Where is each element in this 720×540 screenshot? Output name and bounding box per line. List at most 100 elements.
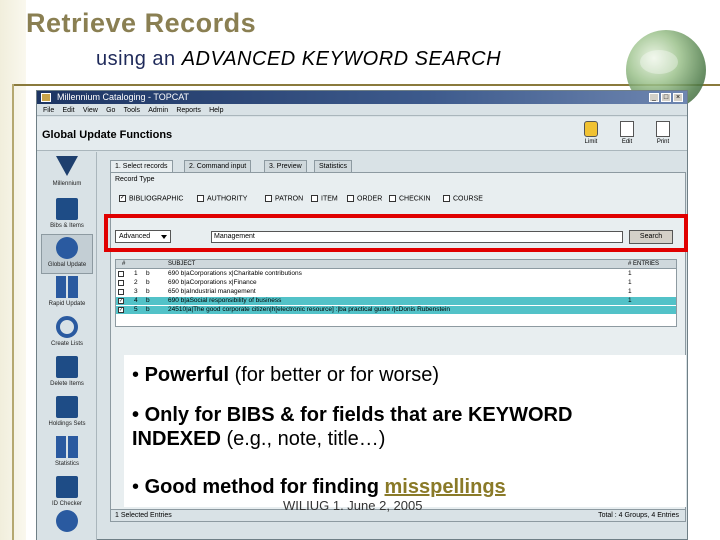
tab-command-input[interactable]: 2. Command input (184, 160, 252, 172)
record-type-order[interactable]: ORDER (347, 195, 382, 202)
sidebar-item-rapid-update[interactable]: Rapid Update (41, 274, 93, 314)
bullet-panel: • Powerful (for better or for worse) • O… (124, 355, 686, 507)
row-number: 4 (134, 297, 138, 304)
window-title: Millennium Cataloging - TOPCAT (57, 92, 190, 102)
record-type-patron[interactable]: PATRON (265, 195, 303, 202)
slide-subtitle: using an ADVANCED KEYWORD SEARCH (96, 48, 501, 71)
table-row[interactable]: 3 b 650 b|aIndustrial management 1 (116, 288, 676, 296)
close-button[interactable]: × (673, 93, 683, 102)
tab-statistics[interactable]: Statistics (314, 160, 353, 172)
statistics-icon (56, 436, 78, 458)
bullet-2: • Only for BIBS & for fields that are KE… (132, 404, 573, 450)
table-row[interactable]: ✓ 5 b 24510|a|The good corporate citizen|h[… (116, 306, 676, 314)
limit-button[interactable]: Limit (577, 121, 605, 149)
row-checkbox[interactable] (118, 271, 124, 277)
bullet-3-bold: Good method for finding (144, 476, 385, 498)
checkbox[interactable] (197, 195, 204, 202)
menu-file[interactable]: File (43, 105, 54, 116)
tab-select-records[interactable]: 1. Select records (110, 160, 173, 172)
checkbox-checked[interactable]: ✓ (119, 195, 126, 202)
row-checkbox[interactable] (118, 289, 124, 295)
sidebar-item-bibs[interactable]: Bibs & Items (41, 196, 93, 236)
row-type: b (146, 297, 150, 304)
sidebar-item-create-lists[interactable]: Create Lists (41, 314, 93, 354)
bullet-1-rest: (for better or for worse) (229, 364, 440, 386)
results-table: # SUBJECT # ENTRIES 1 b 690 b|aCorporation… (115, 259, 677, 327)
row-entries: 1 (628, 297, 632, 304)
row-checkbox[interactable] (118, 280, 124, 286)
sidebar-item-millennium[interactable]: Millennium (41, 154, 93, 194)
record-type-checkin[interactable]: CHECKIN (389, 195, 431, 202)
status-right: Total : 4 Groups, 4 Entries (598, 512, 679, 519)
row-number: 1 (134, 270, 138, 277)
table-row[interactable]: ✓ 4 b 690 b|aSocial responsibility of busin… (116, 297, 676, 305)
checkbox[interactable] (443, 195, 450, 202)
app-icon (41, 93, 51, 102)
record-type-options: ✓ BIBLIOGRAPHIC AUTHORITY PATRON ITEM ORD… (115, 195, 675, 207)
rapid-update-icon (56, 276, 78, 298)
row-entries: 1 (628, 279, 632, 286)
col-subject: SUBJECT (168, 261, 196, 267)
bullet-1: • Powerful (for better or for worse) (132, 364, 440, 386)
menu-reports[interactable]: Reports (176, 105, 201, 116)
menu-help[interactable]: Help (209, 105, 223, 116)
minimize-button[interactable]: _ (649, 93, 659, 102)
millennium-logo-icon (56, 156, 78, 178)
table-row[interactable]: 2 b 690 b|aCorporations x|Finance 1 (116, 279, 676, 287)
checkbox[interactable] (265, 195, 272, 202)
checkbox[interactable] (347, 195, 354, 202)
record-type-course[interactable]: COURSE (443, 195, 483, 202)
sidebar: Millennium Bibs & Items Global Update Ra… (37, 152, 97, 540)
table-row[interactable]: 1 b 690 b|aCorporations x|Charitable contr… (116, 270, 676, 278)
row-number: 2 (134, 279, 138, 286)
checkbox[interactable] (311, 195, 318, 202)
print-button[interactable]: Print (649, 121, 677, 149)
checkbox[interactable] (389, 195, 396, 202)
checker-icon (56, 476, 78, 498)
sidebar-label: Create Lists (50, 341, 83, 347)
row-checkbox[interactable]: ✓ (118, 298, 124, 304)
edit-button[interactable]: Edit (613, 121, 641, 149)
misspellings-link[interactable]: misspellings (385, 476, 506, 498)
bullet-2-rest: (e.g., note, title…) (220, 428, 386, 450)
sidebar-label: Millennium (52, 181, 82, 187)
slide-divider-horizontal (12, 84, 720, 86)
sidebar-item-statistics[interactable]: Statistics (41, 434, 93, 474)
row-type: b (146, 270, 150, 277)
sidebar-label: Rapid Update (48, 301, 86, 307)
row-checkbox[interactable]: ✓ (118, 307, 124, 313)
delete-items-icon (56, 356, 78, 378)
menu-edit[interactable]: Edit (63, 105, 75, 116)
sidebar-item-more[interactable] (41, 508, 93, 540)
bullet-2-line1: Only for BIBS & for fields that are KEYW… (144, 404, 573, 426)
sidebar-label: Bibs & Items (50, 223, 84, 229)
sidebar-label: Global Update (47, 262, 87, 268)
menu-view[interactable]: View (83, 105, 98, 116)
bullet-3: • Good method for finding misspellings (132, 476, 506, 498)
hand-icon (584, 121, 598, 137)
slide-divider-vertical (12, 84, 14, 540)
menu-go[interactable]: Go (106, 105, 115, 116)
row-entries: 1 (628, 270, 632, 277)
record-type-authority[interactable]: AUTHORITY (197, 195, 247, 202)
record-type-label: Record Type (115, 176, 155, 183)
col-entries: # ENTRIES (628, 261, 660, 267)
subtitle-prefix: using an (96, 48, 176, 70)
sidebar-item-holdings[interactable]: Holdings Sets (41, 394, 93, 434)
record-type-bibliographic[interactable]: ✓ BIBLIOGRAPHIC (119, 195, 183, 202)
record-type-item[interactable]: ITEM (311, 195, 338, 202)
menu-admin[interactable]: Admin (148, 105, 168, 116)
maximize-button[interactable]: □ (661, 93, 671, 102)
print-icon (656, 121, 670, 137)
holdings-icon (56, 396, 78, 418)
sidebar-item-delete-items[interactable]: Delete Items (41, 354, 93, 394)
row-subject: 650 b|aIndustrial management (168, 288, 256, 295)
search-highlight-box (104, 214, 688, 252)
tab-preview[interactable]: 3. Preview (264, 160, 307, 172)
menu-tools[interactable]: Tools (124, 105, 140, 116)
sidebar-label: ID Checker (51, 501, 82, 507)
sidebar-item-global-update[interactable]: Global Update (41, 234, 93, 274)
slide-title: Retrieve Records (26, 8, 257, 38)
bullet-1-bold: Powerful (144, 364, 230, 386)
edit-icon (620, 121, 634, 137)
